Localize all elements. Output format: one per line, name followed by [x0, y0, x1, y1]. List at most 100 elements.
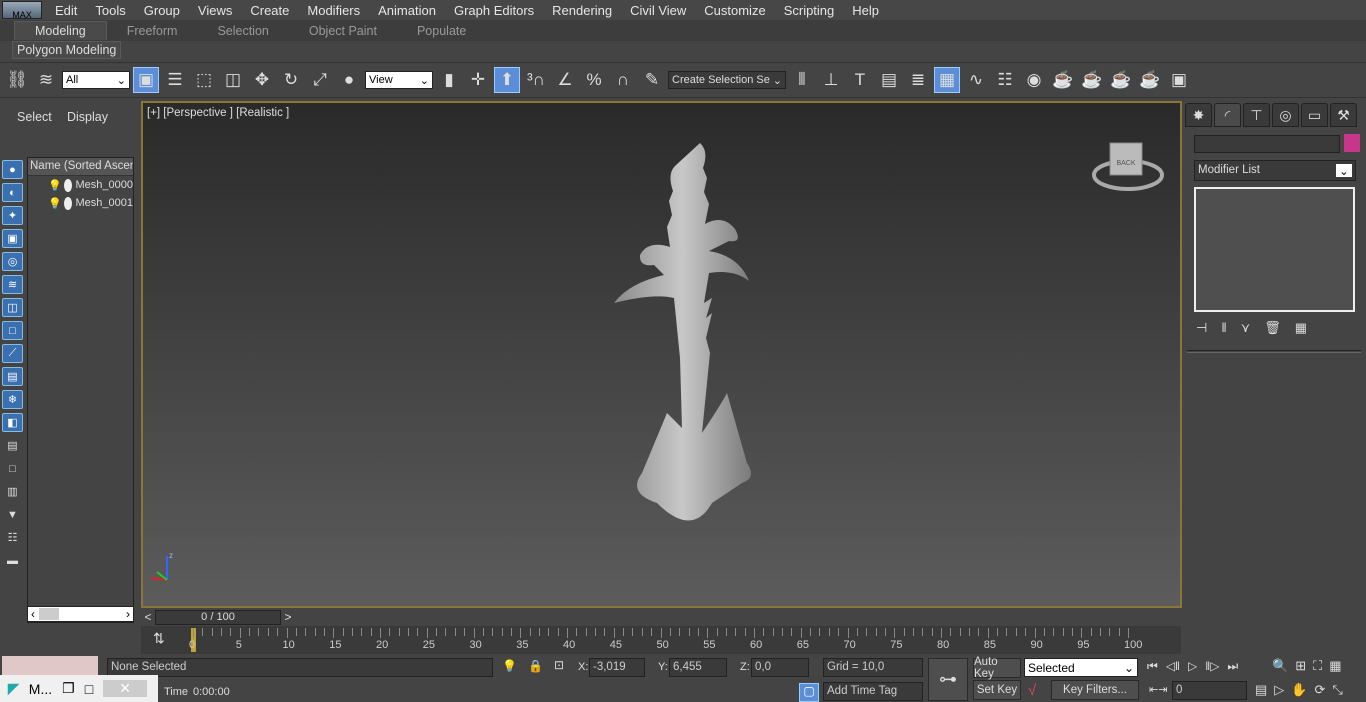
- scroll-left-icon[interactable]: ‹: [31, 607, 35, 621]
- auto-key-button[interactable]: Auto Key: [973, 656, 1021, 680]
- default-tangents-icon[interactable]: √: [1028, 682, 1036, 699]
- toggle-scene-explorer-icon[interactable]: ▦: [934, 67, 960, 93]
- display-space-warps-icon[interactable]: ≋: [2, 275, 23, 294]
- scroll-thumb[interactable]: [39, 608, 59, 620]
- zoom-extents-all-icon[interactable]: ▦: [1329, 658, 1341, 674]
- render-production-icon[interactable]: ☕: [1108, 67, 1134, 93]
- tab-select[interactable]: Select: [17, 110, 52, 124]
- maxscript-listener[interactable]: [2, 656, 98, 676]
- absolute-mode-icon[interactable]: ⊡: [554, 658, 564, 672]
- restore-icon[interactable]: ❐: [62, 680, 75, 697]
- render-iterative-icon[interactable]: ☕: [1137, 67, 1163, 93]
- add-time-tag[interactable]: Add Time Tag: [823, 682, 923, 701]
- object-color-swatch[interactable]: [1344, 134, 1360, 152]
- align-icon[interactable]: ⊥: [818, 67, 844, 93]
- list-item[interactable]: 💡 Mesh_0000: [28, 176, 133, 194]
- render-cloud-icon[interactable]: ▣: [1166, 67, 1192, 93]
- list-item[interactable]: 💡 Mesh_0001: [28, 194, 133, 212]
- go-to-start-icon[interactable]: ⏮: [1147, 659, 1158, 674]
- isolate-selection-icon[interactable]: 💡: [502, 659, 517, 673]
- menu-graph-editors[interactable]: Graph Editors: [445, 3, 543, 18]
- name-column-header[interactable]: Name (Sorted Ascending): [28, 158, 133, 176]
- key-filters-button[interactable]: Key Filters...: [1051, 680, 1139, 700]
- viewport-label[interactable]: [+] [Perspective ] [Realistic ]: [147, 107, 289, 119]
- time-tag-icon[interactable]: ▢: [799, 683, 819, 702]
- zoom-all-icon[interactable]: ⊞: [1295, 658, 1306, 674]
- create-tab-icon[interactable]: ✸: [1185, 103, 1212, 127]
- time-slider[interactable]: < 0 / 100 >: [141, 609, 297, 625]
- schematic-view-icon[interactable]: ☷: [992, 67, 1018, 93]
- render-setup-icon[interactable]: ☕: [1050, 67, 1076, 93]
- minimized-window[interactable]: ◤ M... ❐ □ ✕: [0, 675, 158, 702]
- pan-view-icon[interactable]: ✋: [1291, 682, 1307, 698]
- previous-frame-icon[interactable]: ◁‖: [1166, 659, 1180, 674]
- filter-icon[interactable]: ▼: [2, 505, 23, 524]
- material-editor-icon[interactable]: ◉: [1021, 67, 1047, 93]
- menu-customize[interactable]: Customize: [695, 3, 774, 18]
- layer-explorer-icon[interactable]: ≣: [905, 67, 931, 93]
- horizontal-scrollbar[interactable]: ‹ ›: [27, 606, 134, 622]
- menu-scripting[interactable]: Scripting: [775, 3, 844, 18]
- tab-modeling[interactable]: Modeling: [14, 21, 107, 40]
- display-containers-icon[interactable]: ▤: [2, 367, 23, 386]
- display-xrefs-icon[interactable]: □: [2, 321, 23, 340]
- menu-group[interactable]: Group: [135, 3, 189, 18]
- select-object-icon[interactable]: ▣: [133, 67, 159, 93]
- display-tab-icon[interactable]: ▭: [1301, 103, 1328, 127]
- viewcube[interactable]: BACK: [1088, 133, 1168, 203]
- ribbon-panel-polygon-modeling[interactable]: Polygon Modeling: [12, 41, 122, 59]
- play-icon[interactable]: ▷: [1188, 659, 1197, 674]
- display-groups-icon[interactable]: ◫: [2, 298, 23, 317]
- angle-snap-icon[interactable]: ∠: [552, 67, 578, 93]
- rectangle-selection-icon[interactable]: ⬚: [191, 67, 217, 93]
- display-helpers-icon[interactable]: ◎: [2, 252, 23, 271]
- tab-display[interactable]: Display: [67, 110, 108, 124]
- motion-tab-icon[interactable]: ◎: [1272, 103, 1299, 127]
- keyboard-shortcut-override-icon[interactable]: ⬆: [494, 67, 520, 93]
- snap-toggle-icon[interactable]: ³∩: [523, 67, 549, 93]
- find-icon[interactable]: ☷: [2, 528, 23, 547]
- next-frame-icon[interactable]: ‖▷: [1205, 659, 1219, 674]
- display-none-icon[interactable]: □: [2, 459, 23, 478]
- edit-named-selection-icon[interactable]: ✎: [639, 67, 665, 93]
- display-frozen-icon[interactable]: ❄: [2, 390, 23, 409]
- bind-space-warp-icon[interactable]: ≋: [33, 67, 59, 93]
- set-key-button[interactable]: Set Key: [973, 680, 1021, 700]
- current-frame-field[interactable]: 0: [1172, 681, 1247, 700]
- layer-icon[interactable]: ▬: [2, 551, 23, 570]
- menu-views[interactable]: Views: [189, 3, 241, 18]
- z-coordinate-field[interactable]: 0,0: [751, 658, 809, 677]
- invert-display-icon[interactable]: ▥: [2, 482, 23, 501]
- pivot-center-icon[interactable]: ▮: [436, 67, 462, 93]
- maximize-icon[interactable]: □: [85, 681, 93, 697]
- time-slider-thumb[interactable]: 0 / 100: [155, 609, 281, 625]
- go-to-end-icon[interactable]: ⏭: [1227, 659, 1238, 674]
- display-lights-icon[interactable]: ✦: [2, 206, 23, 225]
- menu-tools[interactable]: Tools: [86, 3, 134, 18]
- time-configuration-icon[interactable]: ▤: [1255, 682, 1267, 698]
- perspective-viewport[interactable]: [+] [Perspective ] [Realistic ] BACK z: [141, 101, 1182, 608]
- orbit-icon[interactable]: ⟳: [1314, 682, 1325, 698]
- spinner-snap-icon[interactable]: ∩: [610, 67, 636, 93]
- modify-tab-icon[interactable]: ◜: [1214, 103, 1241, 127]
- maximize-viewport-icon[interactable]: ⤡: [1332, 682, 1342, 698]
- menu-rendering[interactable]: Rendering: [543, 3, 621, 18]
- display-geometry-icon[interactable]: ●: [2, 160, 23, 179]
- light-bulb-icon[interactable]: 💡: [48, 197, 62, 210]
- selection-lock-icon[interactable]: 🔒: [528, 659, 543, 673]
- make-unique-icon[interactable]: ⋎: [1241, 320, 1251, 336]
- menu-animation[interactable]: Animation: [369, 3, 445, 18]
- object-name-field[interactable]: [1194, 135, 1340, 153]
- set-keys-key-icon[interactable]: ⊶: [928, 658, 968, 701]
- tab-freeform[interactable]: Freeform: [107, 22, 198, 40]
- select-by-name-icon[interactable]: ☰: [162, 67, 188, 93]
- modifier-stack[interactable]: [1194, 187, 1355, 312]
- show-end-result-icon[interactable]: ‖: [1221, 320, 1226, 336]
- tab-selection[interactable]: Selection: [197, 22, 288, 40]
- mini-curve-editor-icon[interactable]: ⇅: [153, 630, 165, 647]
- select-manipulate-icon[interactable]: ✛: [465, 67, 491, 93]
- mirror-icon[interactable]: ⫴: [789, 67, 815, 93]
- menu-help[interactable]: Help: [843, 3, 888, 18]
- zoom-extents-icon[interactable]: ⛶: [1313, 658, 1322, 674]
- selection-filter-select[interactable]: All ⌄: [62, 71, 130, 89]
